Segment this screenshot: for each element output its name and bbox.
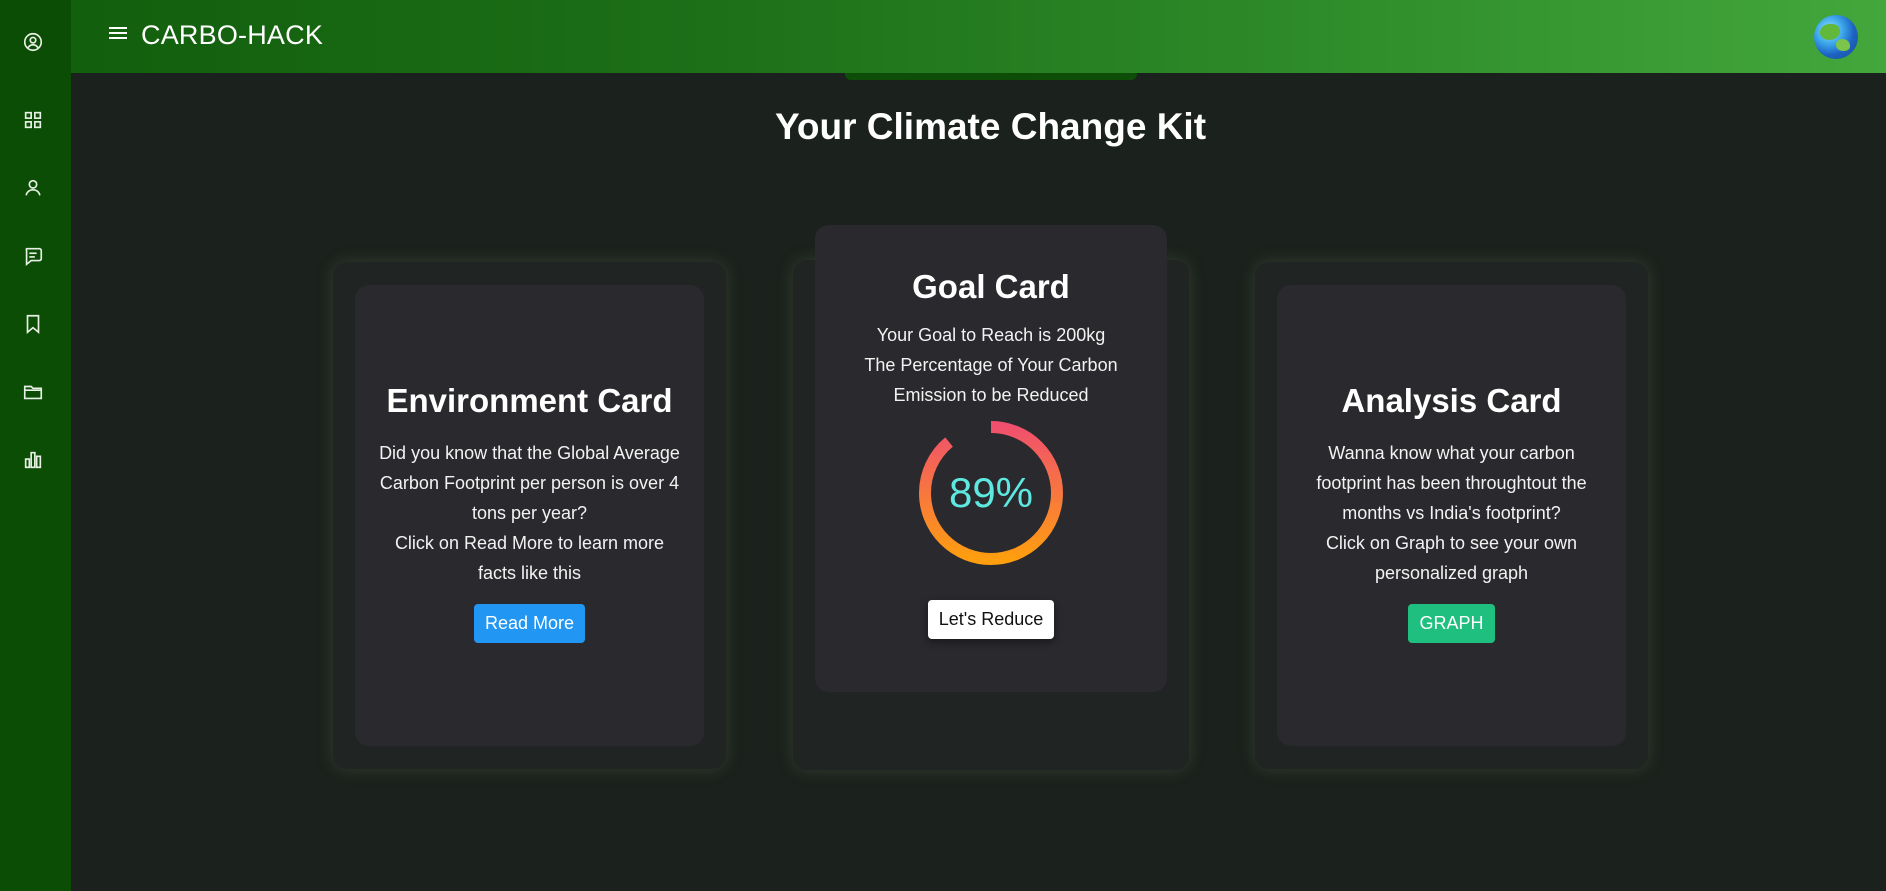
progress-percent: 89% <box>948 469 1034 516</box>
top-header: CARBO-HACK <box>71 0 1886 73</box>
bookmark-icon[interactable] <box>18 309 48 339</box>
lets-reduce-button[interactable]: Let's Reduce <box>927 600 1055 639</box>
bar-chart-icon[interactable] <box>18 445 48 475</box>
reduction-progress-ring: 89% <box>916 418 1066 568</box>
hamburger-menu-icon[interactable] <box>109 24 131 44</box>
brand-title: CARBO-HACK <box>141 20 324 50</box>
analysis-card-question: Wanna know what your carbon footprint ha… <box>1316 443 1587 523</box>
environment-card-title: Environment Card <box>386 382 673 419</box>
environment-card-fact: Did you know that the Global Average Car… <box>379 443 680 523</box>
graph-button[interactable]: GRAPH <box>1408 604 1495 643</box>
page-title: Your Climate Change Kit <box>774 106 1207 147</box>
environment-card: Environment Card Did you know that the G… <box>355 285 704 746</box>
goal-description: The Percentage of Your Carbon Emission t… <box>864 355 1118 405</box>
goal-text: Your Goal to Reach is 200kg <box>876 325 1106 345</box>
environment-card-hint: Click on Read More to learn more facts l… <box>394 533 665 583</box>
person-icon[interactable] <box>18 173 48 203</box>
globe-avatar-icon[interactable] <box>1814 15 1858 59</box>
read-more-button[interactable]: Read More <box>473 604 586 643</box>
analysis-card-title: Analysis Card <box>1341 382 1562 419</box>
user-circle-icon[interactable] <box>18 27 48 57</box>
active-tab-indicator <box>845 73 1137 80</box>
chat-icon[interactable] <box>18 241 48 271</box>
folder-icon[interactable] <box>18 377 48 407</box>
analysis-card-hint: Click on Graph to see your own personali… <box>1325 533 1578 583</box>
analysis-card: Analysis Card Wanna know what your carbo… <box>1277 285 1626 746</box>
goal-card-title: Goal Card <box>912 268 1070 305</box>
goal-card: Goal Card Your Goal to Reach is 200kg Th… <box>815 225 1167 692</box>
